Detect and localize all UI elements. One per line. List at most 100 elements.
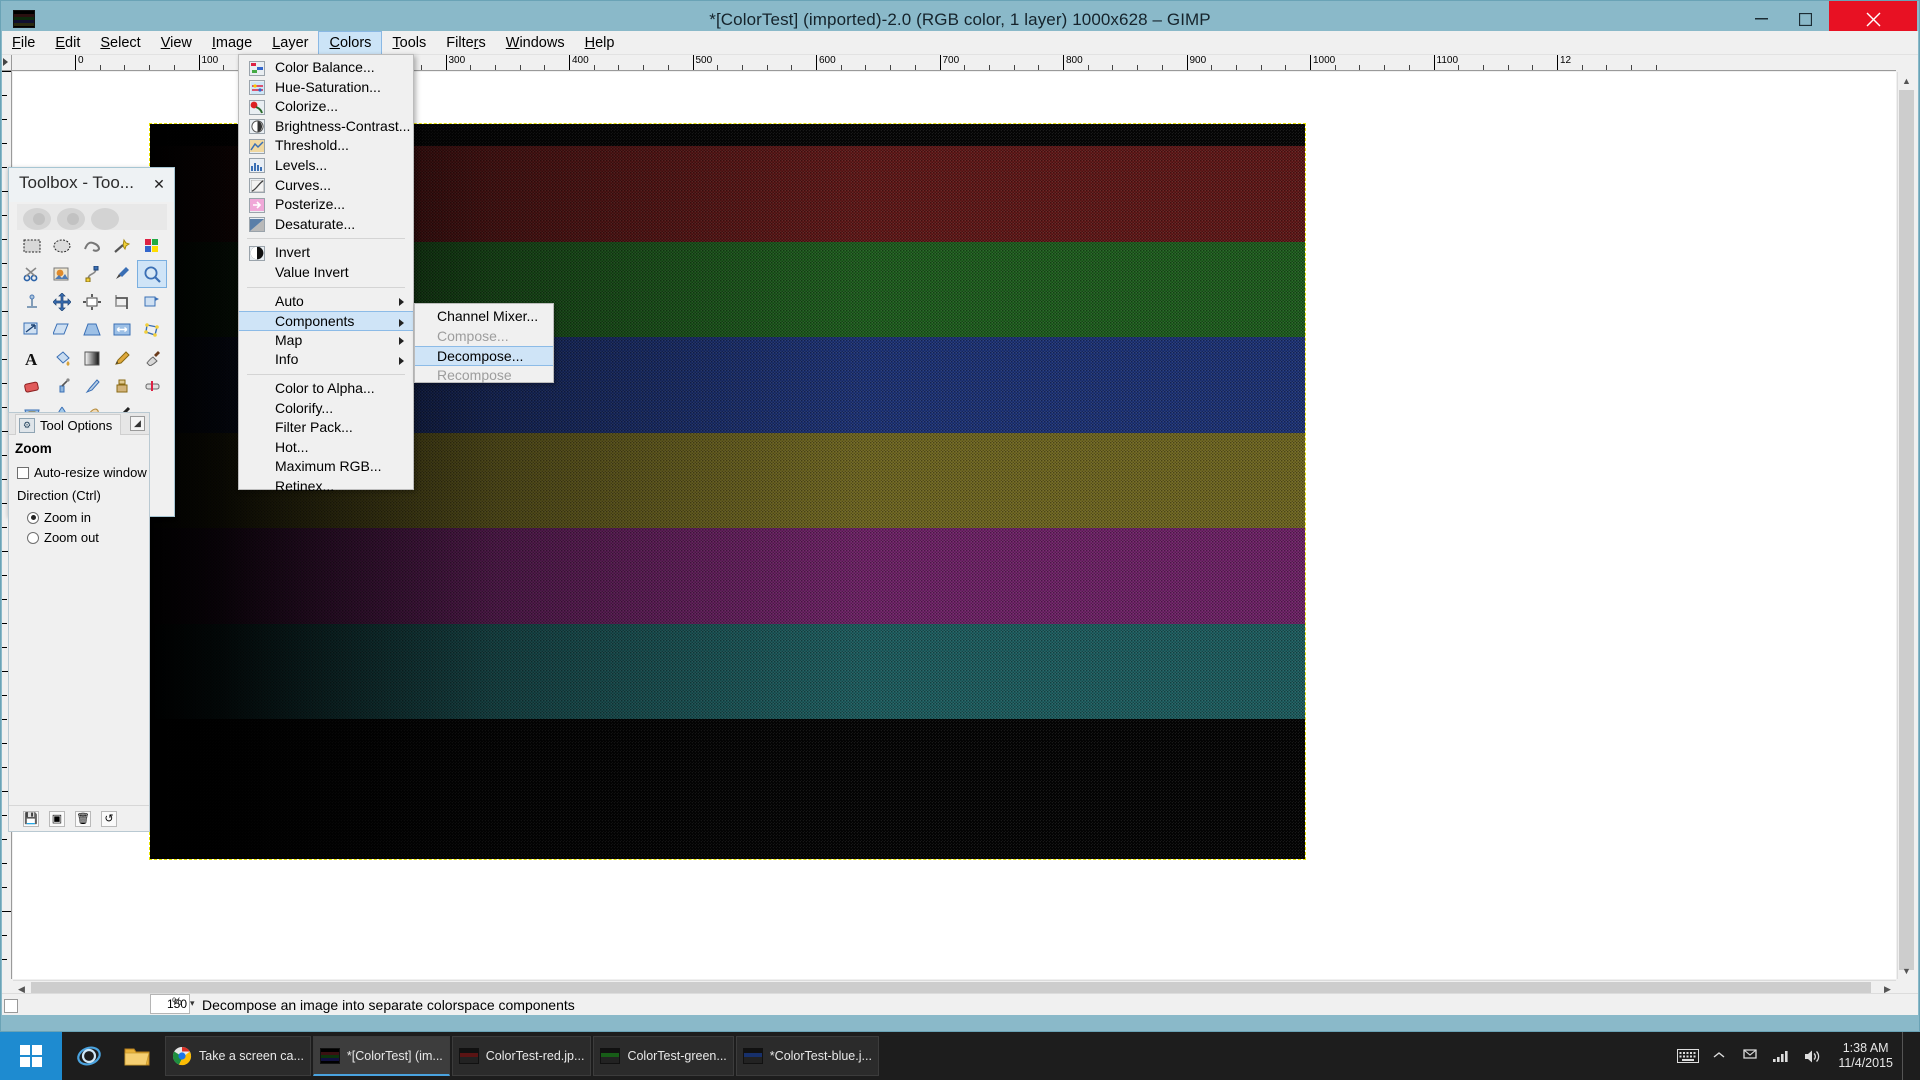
menu-filters[interactable]: Filters: [436, 31, 496, 55]
colors-menu-item[interactable]: Filter Pack...: [239, 418, 413, 438]
network-icon[interactable]: [1770, 1045, 1792, 1067]
colors-menu-item[interactable]: Threshold...: [239, 136, 413, 156]
move-tool[interactable]: [47, 288, 77, 316]
paintbrush-tool[interactable]: [137, 344, 167, 372]
components-submenu-item[interactable]: Recompose: [415, 366, 553, 386]
eraser-tool[interactable]: [17, 372, 47, 400]
perspective-tool[interactable]: [77, 316, 107, 344]
colors-menu-item[interactable]: Desaturate...: [239, 215, 413, 235]
ellipse-select-tool[interactable]: [47, 232, 77, 260]
paths-tool[interactable]: [77, 260, 107, 288]
action-center-flag-icon[interactable]: [1739, 1045, 1761, 1067]
colors-menu-item[interactable]: Brightness-Contrast...: [239, 117, 413, 137]
taskbar-task[interactable]: ColorTest-green...: [593, 1036, 734, 1076]
colors-menu-item[interactable]: Curves...: [239, 176, 413, 196]
restore-tool-preset-icon[interactable]: ▣: [49, 810, 65, 827]
vscroll-thumb[interactable]: [1899, 90, 1914, 970]
shear-tool[interactable]: [47, 316, 77, 344]
components-submenu[interactable]: Channel Mixer... Compose... Decompose... Re…: [414, 303, 554, 383]
volume-icon[interactable]: [1801, 1045, 1823, 1067]
zoom-tool[interactable]: [137, 260, 167, 288]
pencil-tool[interactable]: [107, 344, 137, 372]
free-select-tool[interactable]: [77, 232, 107, 260]
menu-layer[interactable]: Layer: [262, 31, 318, 55]
tab-tool-options[interactable]: ⚙ Tool Options: [15, 414, 122, 435]
save-tool-preset-icon[interactable]: 💾: [23, 810, 39, 827]
colors-menu-item[interactable]: Levels...: [239, 156, 413, 176]
rect-select-tool[interactable]: [17, 232, 47, 260]
colors-menu-item[interactable]: Auto: [239, 292, 413, 312]
cage-transform-tool[interactable]: [137, 316, 167, 344]
internet-explorer-icon[interactable]: [66, 1034, 112, 1078]
menu-tools[interactable]: Tools: [382, 31, 436, 55]
colors-menu-item[interactable]: Hue-Saturation...: [239, 78, 413, 98]
file-explorer-icon[interactable]: [114, 1034, 160, 1078]
components-submenu-item[interactable]: Channel Mixer...: [415, 307, 553, 327]
colors-menu-item[interactable]: Value Invert: [239, 263, 413, 283]
quick-mask-toggle[interactable]: [4, 999, 18, 1013]
measure-tool[interactable]: [17, 288, 47, 316]
taskbar-task[interactable]: *ColorTest-blue.j...: [735, 1036, 879, 1076]
bucket-fill-tool[interactable]: [47, 344, 77, 372]
direction-zoom-out-row[interactable]: Zoom out: [27, 530, 99, 545]
chevron-down-icon[interactable]: ▾: [190, 998, 195, 1009]
scissors-select-tool[interactable]: [17, 260, 47, 288]
colors-menu-item[interactable]: Maximum RGB...: [239, 457, 413, 477]
taskbar-task[interactable]: Take a screen ca...: [165, 1036, 311, 1076]
taskbar-task[interactable]: ColorTest-red.jp...: [451, 1036, 592, 1076]
scale-tool[interactable]: [17, 316, 47, 344]
colors-menu-item[interactable]: Color to Alpha...: [239, 379, 413, 399]
crop-tool[interactable]: [107, 288, 137, 316]
zoom-value[interactable]: 150: [150, 994, 190, 1014]
menu-image[interactable]: Image: [202, 31, 262, 55]
menu-help[interactable]: Help: [575, 31, 625, 55]
colors-menu-item[interactable]: Hot...: [239, 438, 413, 458]
auto-resize-checkbox[interactable]: [17, 466, 29, 479]
colors-menu-item[interactable]: Retinex...: [239, 477, 413, 497]
colors-menu-item[interactable]: Color Balance...: [239, 58, 413, 78]
delete-tool-preset-icon[interactable]: 🗑: [75, 810, 91, 827]
colors-dropdown-menu[interactable]: Color Balance... Hue-Saturation... Coloriz…: [238, 54, 414, 494]
zoom-in-radio[interactable]: [27, 511, 39, 524]
ink-tool[interactable]: [77, 372, 107, 400]
zoom-out-radio[interactable]: [27, 531, 39, 544]
close-icon[interactable]: ✕: [148, 173, 170, 195]
colors-menu-item[interactable]: Map: [239, 331, 413, 351]
taskbar-task[interactable]: *[ColorTest] (im...: [312, 1036, 450, 1076]
menu-colors[interactable]: Colors: [318, 30, 383, 55]
heal-tool[interactable]: [137, 372, 167, 400]
show-hidden-icons-icon[interactable]: [1708, 1045, 1730, 1067]
colors-menu-item[interactable]: Colorize...: [239, 97, 413, 117]
fuzzy-select-tool[interactable]: [107, 232, 137, 260]
clock[interactable]: 1:38 AM 11/4/2015: [1832, 1041, 1893, 1071]
show-desktop-button[interactable]: [1902, 1032, 1910, 1080]
menu-edit[interactable]: Edit: [45, 31, 90, 55]
menu-view[interactable]: View: [151, 31, 202, 55]
rotate-tool[interactable]: [137, 288, 167, 316]
keyboard-icon[interactable]: [1677, 1045, 1700, 1067]
vertical-scrollbar[interactable]: ▲ ▼: [1897, 72, 1914, 979]
components-submenu-item[interactable]: Compose...: [415, 327, 553, 347]
text-tool[interactable]: A: [17, 344, 47, 372]
toolbox-title-bar[interactable]: Toolbox - Too... ✕: [9, 168, 174, 202]
flip-tool[interactable]: [107, 316, 137, 344]
colors-menu-item[interactable]: Invert: [239, 243, 413, 263]
colors-menu-item[interactable]: Components: [239, 311, 413, 331]
components-submenu-item[interactable]: Decompose...: [415, 346, 553, 366]
menu-select[interactable]: Select: [90, 31, 150, 55]
colors-menu-item[interactable]: Posterize...: [239, 195, 413, 215]
direction-zoom-in-row[interactable]: Zoom in: [27, 510, 91, 525]
clone-tool[interactable]: [107, 372, 137, 400]
colors-menu-item[interactable]: Info: [239, 350, 413, 370]
menu-file[interactable]: File: [2, 31, 45, 55]
dock-menu-button[interactable]: ◢: [130, 416, 145, 431]
colors-menu-item[interactable]: Colorify...: [239, 399, 413, 419]
tool-grid[interactable]: A: [17, 232, 167, 422]
start-button[interactable]: [0, 1032, 62, 1080]
menu-bar[interactable]: File Edit Select View Image Layer Colors…: [2, 30, 1918, 55]
alignment-tool[interactable]: [77, 288, 107, 316]
select-by-color-tool[interactable]: [137, 232, 167, 260]
reset-tool-options-icon[interactable]: ↺: [101, 810, 117, 827]
gradient-tool[interactable]: [77, 344, 107, 372]
airbrush-tool[interactable]: [47, 372, 77, 400]
